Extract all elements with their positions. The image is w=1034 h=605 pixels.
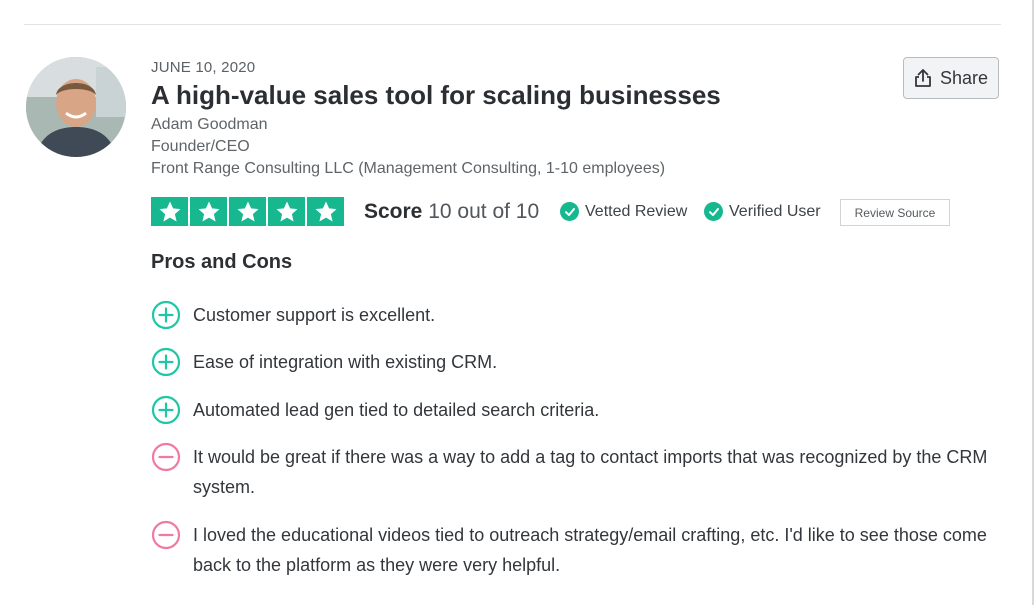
star-icon	[307, 197, 344, 226]
check-circle-icon	[560, 202, 579, 221]
verified-user-label: Verified User	[729, 202, 821, 220]
share-icon	[915, 69, 931, 87]
plus-circle-icon	[151, 300, 181, 330]
star-icon	[190, 197, 227, 226]
pro-item: Automated lead gen tied to detailed sear…	[151, 395, 991, 425]
review-date: JUNE 10, 2020	[151, 59, 256, 76]
reviewer-role: Founder/CEO	[151, 138, 250, 155]
reviewer-company: Front Range Consulting LLC (Management C…	[151, 160, 666, 177]
star-icon	[268, 197, 305, 226]
star-icon	[229, 197, 266, 226]
star-icon	[151, 197, 188, 226]
check-circle-icon	[704, 202, 723, 221]
score-value: 10 out of 10	[428, 200, 540, 223]
score-label: Score	[364, 200, 423, 223]
reviewer-name: Adam Goodman	[151, 116, 268, 133]
review-title: A high-value sales tool for scaling busi…	[151, 80, 721, 110]
verified-user-badge: Verified User	[704, 202, 821, 221]
avatar	[26, 57, 126, 157]
plus-circle-icon	[151, 395, 181, 425]
share-button[interactable]: Share	[903, 57, 999, 99]
minus-circle-icon	[151, 520, 181, 550]
star-rating	[151, 197, 344, 226]
plus-circle-icon	[151, 347, 181, 377]
pro-item: Ease of integration with existing CRM.	[151, 347, 991, 377]
score: Score 10 out of 10	[364, 200, 539, 224]
pro-text: Automated lead gen tied to detailed sear…	[193, 400, 600, 420]
vetted-review-label: Vetted Review	[585, 202, 688, 220]
con-item: It would be great if there was a way to …	[151, 442, 991, 502]
review-source-button[interactable]: Review Source	[840, 199, 950, 226]
pros-cons-heading: Pros and Cons	[151, 251, 293, 273]
con-text: It would be great if there was a way to …	[193, 447, 988, 497]
minus-circle-icon	[151, 442, 181, 472]
pro-item: Customer support is excellent.	[151, 300, 991, 330]
top-divider	[24, 24, 1001, 25]
pro-text: Ease of integration with existing CRM.	[193, 352, 498, 372]
pro-text: Customer support is excellent.	[193, 305, 436, 325]
share-label: Share	[939, 67, 989, 88]
con-text: I loved the educational videos tied to o…	[193, 525, 987, 575]
con-item: I loved the educational videos tied to o…	[151, 520, 991, 580]
vetted-review-badge: Vetted Review	[560, 202, 687, 221]
